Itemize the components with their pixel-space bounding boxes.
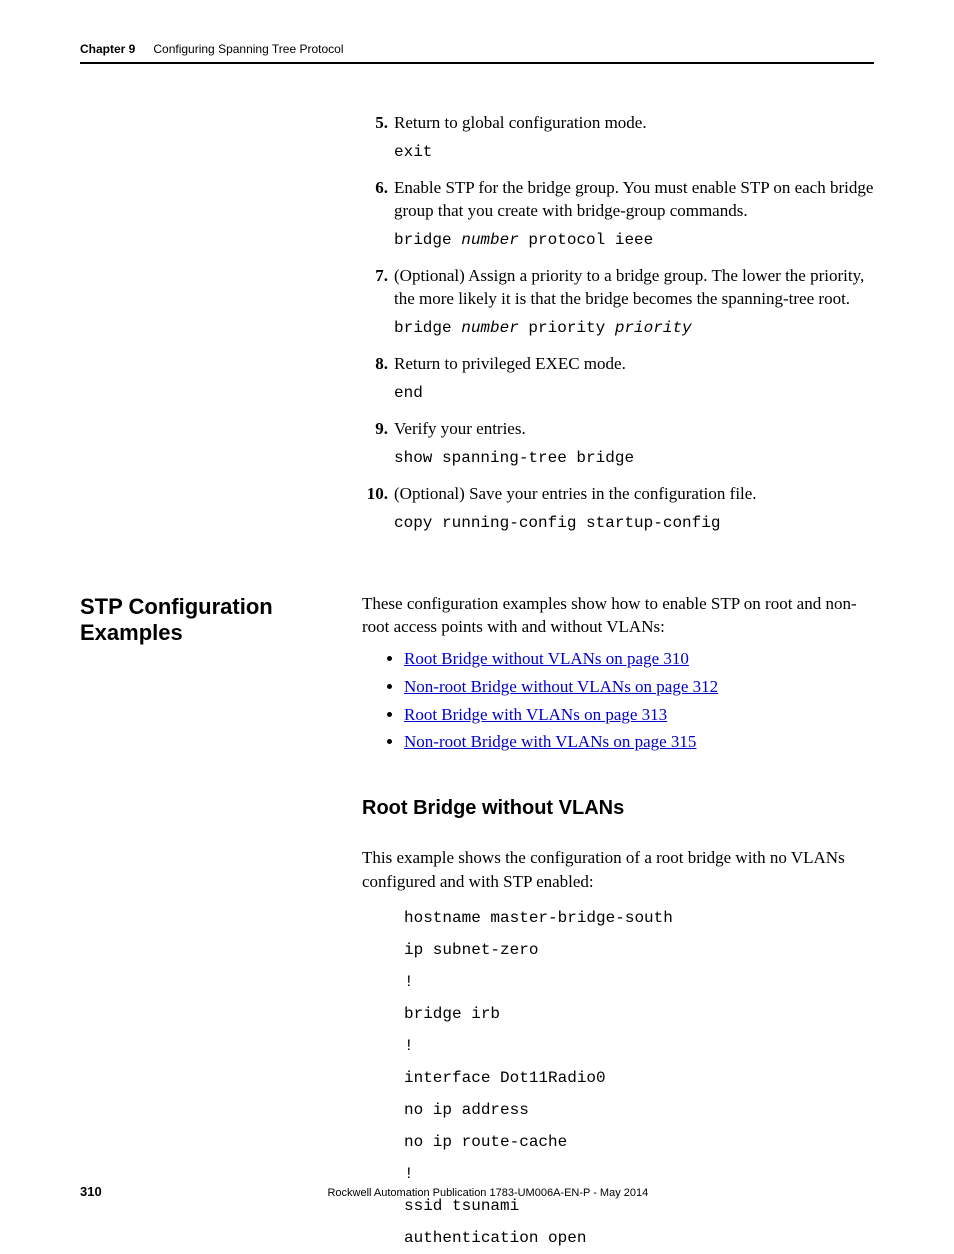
step-5-command: exit: [394, 143, 874, 161]
step-text: (Optional) Save your entries in the conf…: [394, 483, 874, 506]
step-10-command: copy running-config startup-config: [394, 514, 874, 532]
step-9: 9. Verify your entries.: [362, 418, 874, 441]
section-body: These configuration examples show how to…: [362, 592, 874, 1254]
step-8: 8. Return to privileged EXEC mode.: [362, 353, 874, 376]
page-number: 310: [80, 1184, 102, 1199]
list-item: Root Bridge without VLANs on page 310: [404, 647, 874, 671]
section-examples: STP Configuration Examples These configu…: [80, 592, 874, 1254]
chapter-label: Chapter 9: [80, 42, 135, 56]
link-nonroot-no-vlan[interactable]: Non-root Bridge without VLANs on page 31…: [404, 677, 718, 696]
example-links-list: Root Bridge without VLANs on page 310 No…: [404, 647, 874, 754]
link-nonroot-vlan[interactable]: Non-root Bridge with VLANs on page 315: [404, 732, 696, 751]
step-6: 6. Enable STP for the bridge group. You …: [362, 177, 874, 223]
chapter-title: Configuring Spanning Tree Protocol: [153, 42, 343, 56]
step-number: 6.: [362, 177, 388, 223]
step-number: 5.: [362, 112, 388, 135]
page-header: Chapter 9 Configuring Spanning Tree Prot…: [80, 42, 874, 64]
config-code-block: hostname master-bridge-south ip subnet-z…: [404, 902, 874, 1254]
list-item: Root Bridge with VLANs on page 313: [404, 703, 874, 727]
step-text: Return to privileged EXEC mode.: [394, 353, 874, 376]
step-9-command: show spanning-tree bridge: [394, 449, 874, 467]
step-number: 10.: [362, 483, 388, 506]
link-root-vlan[interactable]: Root Bridge with VLANs on page 313: [404, 705, 667, 724]
step-number: 7.: [362, 265, 388, 311]
list-item: Non-root Bridge without VLANs on page 31…: [404, 675, 874, 699]
step-number: 8.: [362, 353, 388, 376]
step-text: Verify your entries.: [394, 418, 874, 441]
step-7-command: bridge number priority priority: [394, 319, 874, 337]
subsection-intro: This example shows the configuration of …: [362, 846, 874, 894]
step-text: (Optional) Assign a priority to a bridge…: [394, 265, 874, 311]
link-root-no-vlan[interactable]: Root Bridge without VLANs on page 310: [404, 649, 689, 668]
step-10: 10. (Optional) Save your entries in the …: [362, 483, 874, 506]
step-7: 7. (Optional) Assign a priority to a bri…: [362, 265, 874, 311]
subsection-heading: Root Bridge without VLANs: [362, 794, 874, 822]
step-6-command: bridge number protocol ieee: [394, 231, 874, 249]
publication-info: Rockwell Automation Publication 1783-UM0…: [102, 1187, 874, 1199]
step-text: Enable STP for the bridge group. You mus…: [394, 177, 874, 223]
list-item: Non-root Bridge with VLANs on page 315: [404, 730, 874, 754]
step-8-command: end: [394, 384, 874, 402]
step-number: 9.: [362, 418, 388, 441]
steps-block: 5. Return to global configuration mode. …: [80, 112, 874, 532]
section-intro: These configuration examples show how to…: [362, 592, 874, 640]
page-footer: 310 Rockwell Automation Publication 1783…: [80, 1184, 874, 1199]
step-5: 5. Return to global configuration mode.: [362, 112, 874, 135]
step-text: Return to global configuration mode.: [394, 112, 874, 135]
section-heading: STP Configuration Examples: [80, 592, 362, 646]
